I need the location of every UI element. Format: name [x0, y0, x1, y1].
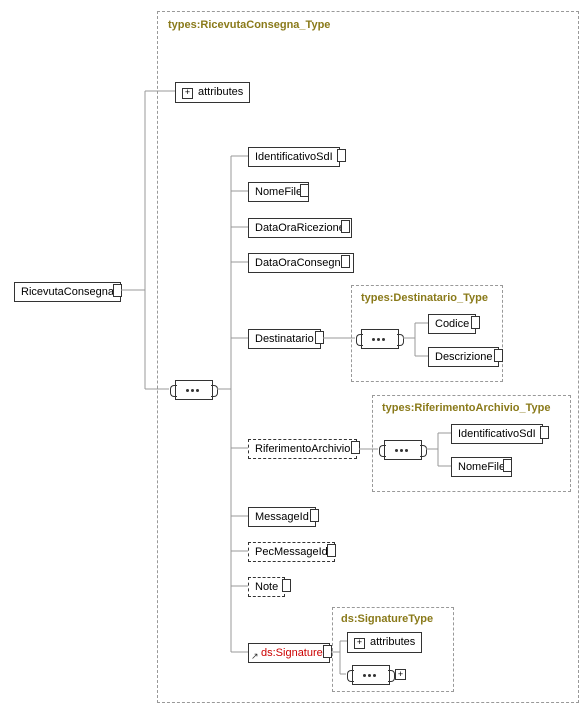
schema-diagram: types:RicevutaConsegna_Type RicevutaCons… — [0, 0, 585, 709]
connector-lines — [0, 0, 585, 709]
